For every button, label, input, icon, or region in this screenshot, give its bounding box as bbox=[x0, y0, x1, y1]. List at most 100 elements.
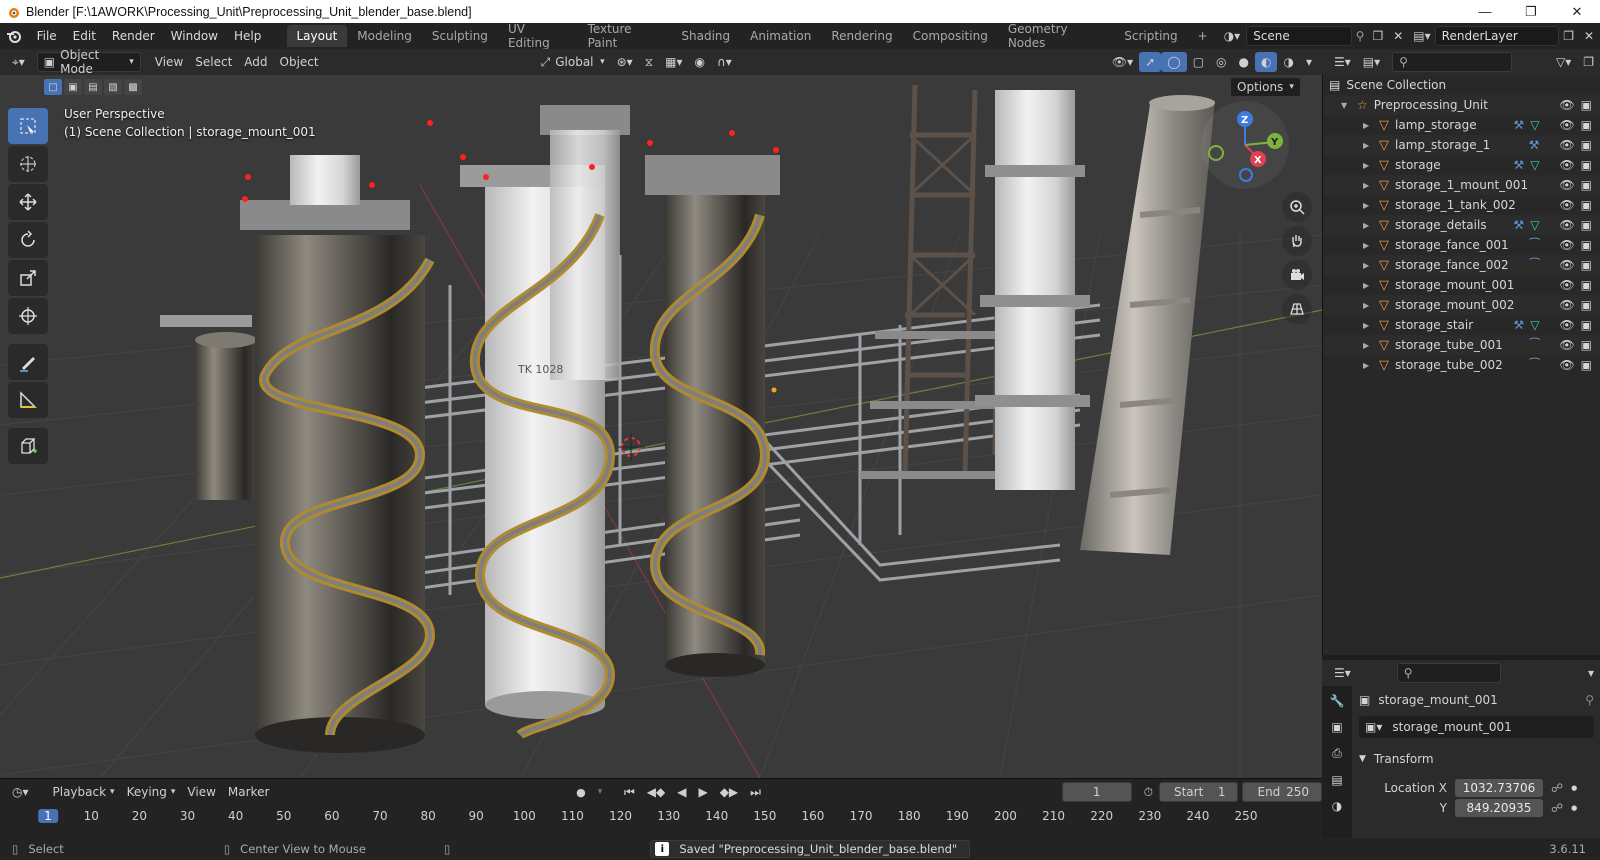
tab-layout[interactable]: Layout bbox=[286, 25, 348, 47]
prev-keyframe-icon[interactable]: ◀◆ bbox=[641, 782, 671, 802]
outliner-item[interactable]: ▶ ▽ storage_details ⚒ ▽ 👁 ▣ bbox=[1323, 215, 1600, 235]
menu-playback[interactable]: Playback ▾ bbox=[47, 782, 121, 802]
properties-editor-type-icon[interactable]: ☰▾ bbox=[1328, 663, 1357, 683]
new-scene-icon[interactable]: ❐ bbox=[1368, 29, 1387, 43]
scene-settings-icon[interactable]: ◑ bbox=[1332, 799, 1342, 813]
jump-start-icon[interactable]: ⏮ bbox=[618, 782, 641, 802]
menu-view[interactable]: View bbox=[149, 52, 189, 72]
outliner-editor-type-icon[interactable]: ☰▾ bbox=[1328, 52, 1357, 72]
outliner-item[interactable]: ▶ ▽ storage_fance_001 ⁀ 👁 ▣ bbox=[1323, 235, 1600, 255]
menu-timeline-view[interactable]: View bbox=[181, 782, 221, 802]
shading-rendered-icon[interactable]: ◑ bbox=[1277, 52, 1299, 72]
eye-icon[interactable]: 👁 bbox=[1559, 318, 1574, 332]
select-new-icon[interactable]: □ bbox=[44, 79, 62, 95]
render-camera-icon[interactable]: ▣ bbox=[1581, 198, 1592, 212]
preview-range-icon[interactable]: ⏱ bbox=[1138, 782, 1159, 802]
tab-shading[interactable]: Shading bbox=[671, 25, 740, 47]
shading-solid-icon[interactable]: ● bbox=[1233, 52, 1255, 72]
expand-icon[interactable]: ▶ bbox=[1363, 181, 1373, 190]
tab-sculpting[interactable]: Sculpting bbox=[422, 25, 498, 47]
keyframe-dot-icon[interactable]: ● bbox=[1571, 784, 1577, 792]
blender-menu-icon[interactable] bbox=[0, 29, 29, 43]
menu-object[interactable]: Object bbox=[274, 52, 325, 72]
outliner-item[interactable]: ▶ ▽ storage_1_mount_001 👁 ▣ bbox=[1323, 175, 1600, 195]
new-layer-icon[interactable]: ❐ bbox=[1559, 29, 1578, 43]
current-frame-marker[interactable]: 1 bbox=[38, 809, 58, 823]
tab-animation[interactable]: Animation bbox=[740, 25, 821, 47]
grid-view-icon[interactable] bbox=[1282, 294, 1312, 324]
render-camera-icon[interactable]: ▣ bbox=[1581, 118, 1592, 132]
shading-material-icon[interactable]: ◐ bbox=[1255, 52, 1278, 72]
expand-icon[interactable]: ▶ bbox=[1363, 361, 1373, 370]
menu-render[interactable]: Render bbox=[104, 29, 163, 43]
3d-viewport[interactable]: TK 1028 X Y Z User Perspective (1) Scene… bbox=[0, 75, 1322, 778]
add-cube-icon[interactable] bbox=[8, 428, 48, 464]
gizmo-toggle-icon[interactable]: ➚ bbox=[1139, 52, 1162, 72]
menu-add[interactable]: Add bbox=[238, 52, 273, 72]
render-settings-icon[interactable]: ▣ bbox=[1331, 720, 1342, 734]
expand-icon[interactable]: ▶ bbox=[1363, 221, 1373, 230]
pivot-icon[interactable]: ⊛▾ bbox=[611, 52, 639, 72]
display-mode-icon[interactable]: ▤▾ bbox=[1357, 52, 1386, 72]
pin-icon[interactable]: ⚲ bbox=[1352, 29, 1369, 43]
rotate-icon[interactable] bbox=[8, 222, 48, 258]
measure-icon[interactable] bbox=[8, 382, 48, 418]
curve-data-icon[interactable]: ⁀ bbox=[1530, 338, 1540, 352]
collapse-icon[interactable]: ▼ bbox=[1341, 101, 1351, 110]
xray-icon[interactable]: ▢ bbox=[1187, 52, 1210, 72]
expand-icon[interactable]: ▶ bbox=[1363, 121, 1373, 130]
options-button[interactable]: Options ▾ bbox=[1230, 77, 1301, 97]
overlays-icon[interactable]: ◯ bbox=[1161, 52, 1187, 72]
next-keyframe-icon[interactable]: ◆▶ bbox=[714, 782, 744, 802]
modifier-wrench-icon[interactable]: ⚒ bbox=[1513, 318, 1524, 332]
view-layer-icon[interactable]: ▤▾ bbox=[1409, 29, 1434, 43]
camera-icon[interactable] bbox=[1282, 260, 1312, 290]
eye-icon[interactable]: 👁 bbox=[1559, 98, 1574, 112]
outliner-item[interactable]: ▶ ▽ storage_tube_002 ⁀ 👁 ▣ bbox=[1323, 355, 1600, 375]
eye-icon[interactable]: 👁 bbox=[1559, 298, 1574, 312]
location-y-field[interactable]: 849.20935 bbox=[1455, 799, 1543, 817]
render-layer-field[interactable]: RenderLayer bbox=[1434, 26, 1560, 46]
select-intersect-icon[interactable]: ▩ bbox=[124, 79, 142, 95]
mesh-data-icon[interactable]: ▽ bbox=[1530, 318, 1539, 332]
expand-icon[interactable]: ▶ bbox=[1363, 201, 1373, 210]
eye-icon[interactable]: 👁 bbox=[1559, 198, 1574, 212]
select-subtract-icon[interactable]: ▤ bbox=[84, 79, 102, 95]
render-camera-icon[interactable]: ▣ bbox=[1581, 158, 1592, 172]
snap-grid-icon[interactable]: ▦▾ bbox=[659, 52, 688, 72]
render-camera-icon[interactable]: ▣ bbox=[1581, 98, 1592, 112]
outliner-item[interactable]: ▶ ▽ storage_mount_001 👁 ▣ bbox=[1323, 275, 1600, 295]
tool-settings-icon[interactable]: 🔧 bbox=[1330, 694, 1345, 708]
outliner-item[interactable]: ▶ ▽ storage_tube_001 ⁀ 👁 ▣ bbox=[1323, 335, 1600, 355]
eye-icon[interactable]: 👁 bbox=[1559, 358, 1574, 372]
properties-search-input[interactable]: ⚲ bbox=[1396, 663, 1501, 683]
eye-icon[interactable]: 👁 bbox=[1559, 118, 1574, 132]
render-camera-icon[interactable]: ▣ bbox=[1581, 298, 1592, 312]
scene-field[interactable]: Scene bbox=[1246, 26, 1352, 46]
menu-select[interactable]: Select bbox=[189, 52, 238, 72]
filter-icon[interactable]: ▽▾ bbox=[1550, 52, 1577, 72]
render-camera-icon[interactable]: ▣ bbox=[1581, 318, 1592, 332]
transform-icon[interactable] bbox=[8, 298, 48, 334]
pan-hand-icon[interactable] bbox=[1282, 226, 1312, 256]
menu-file[interactable]: File bbox=[29, 29, 65, 43]
outliner-item[interactable]: ▶ ▽ storage_1_tank_002 👁 ▣ bbox=[1323, 195, 1600, 215]
menu-window[interactable]: Window bbox=[163, 29, 226, 43]
curve-data-icon[interactable]: ⁀ bbox=[1530, 238, 1540, 252]
outliner-item[interactable]: ▶ ▽ lamp_storage ⚒ ▽ 👁 ▣ bbox=[1323, 115, 1600, 135]
render-camera-icon[interactable]: ▣ bbox=[1581, 238, 1592, 252]
start-frame-field[interactable]: Start 1 bbox=[1158, 782, 1239, 802]
expand-icon[interactable]: ▶ bbox=[1363, 161, 1373, 170]
expand-icon[interactable]: ▶ bbox=[1363, 261, 1373, 270]
modifier-wrench-icon[interactable]: ⚒ bbox=[1529, 138, 1540, 152]
chevron-down-icon[interactable]: ▾ bbox=[1582, 663, 1600, 683]
pin-icon[interactable]: ⚲ bbox=[1585, 693, 1594, 707]
tab-rendering[interactable]: Rendering bbox=[821, 25, 902, 47]
new-collection-icon[interactable]: ❐ bbox=[1577, 52, 1600, 72]
location-x-field[interactable]: 1032.73706 bbox=[1455, 779, 1543, 797]
mesh-data-icon[interactable]: ▽ bbox=[1530, 118, 1539, 132]
mode-dropdown[interactable]: ▣ Object Mode ▾ bbox=[36, 48, 141, 76]
outliner-item[interactable]: ▶ ▽ storage_stair ⚒ ▽ 👁 ▣ bbox=[1323, 315, 1600, 335]
select-box-icon[interactable] bbox=[8, 108, 48, 144]
timeline-editor-type-icon[interactable]: ◷▾ bbox=[6, 782, 35, 802]
